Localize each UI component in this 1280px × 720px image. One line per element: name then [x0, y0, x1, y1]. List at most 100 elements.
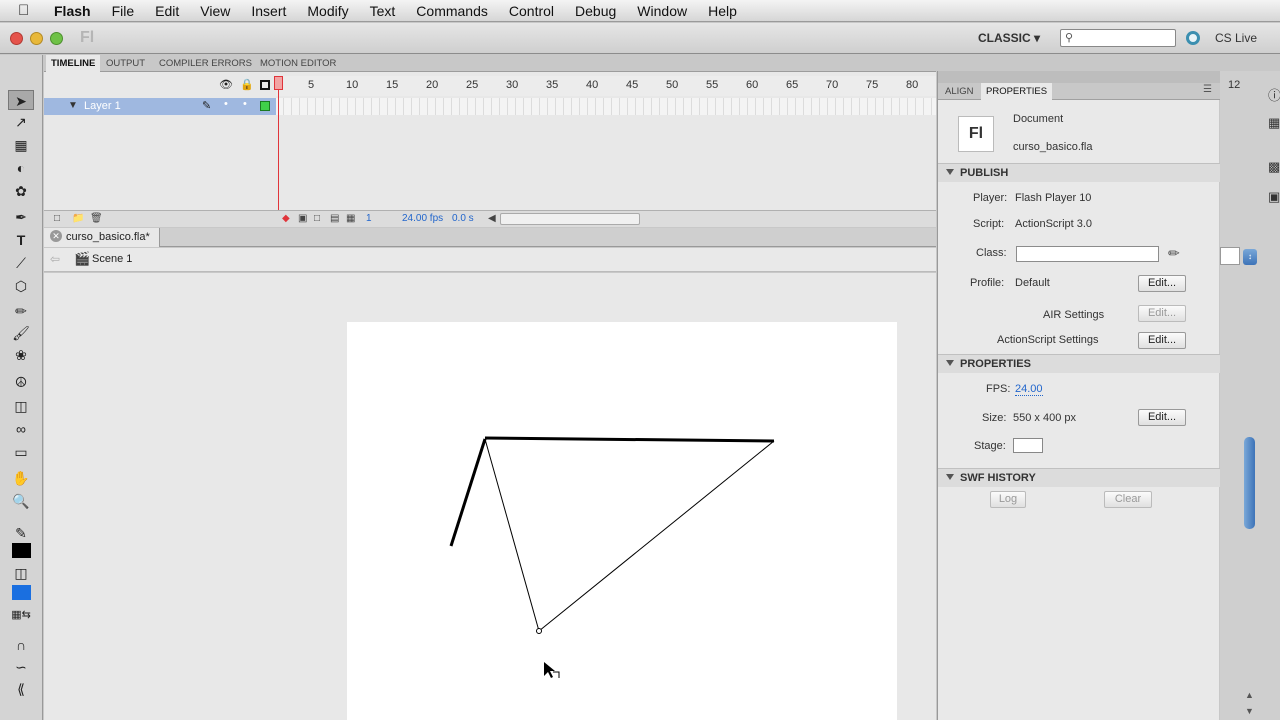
workspace-switcher[interactable]: CLASSIC ▾: [978, 31, 1040, 45]
components-icon[interactable]: ▣: [1268, 189, 1280, 205]
lock-all-icon[interactable]: 🔒: [240, 78, 254, 91]
frame-ruler[interactable]: 5 10 15 20 25 30 35 40 45 50 55 60 65 70…: [276, 76, 936, 96]
help-search-input[interactable]: ⚲: [1060, 29, 1176, 47]
fps-value[interactable]: 24.00: [1015, 383, 1043, 396]
swf-log-button[interactable]: Log: [990, 491, 1026, 508]
stroke-color-swatch[interactable]: [12, 543, 31, 558]
thin-stroke-line[interactable]: [538, 440, 775, 632]
scroll-up-icon[interactable]: ▲: [1245, 690, 1254, 700]
edit-class-pencil-icon[interactable]: ✏: [1168, 245, 1180, 262]
scene-label[interactable]: Scene 1: [92, 253, 132, 265]
publish-section-header[interactable]: PUBLISH: [938, 163, 1220, 182]
lock-dot-icon[interactable]: •: [243, 98, 247, 110]
cs-live-menu[interactable]: CS Live: [1215, 31, 1257, 45]
thick-stroke-line[interactable]: [449, 438, 487, 547]
text-tool-icon[interactable]: T: [8, 230, 34, 250]
free-transform-tool-icon[interactable]: ▦: [8, 135, 34, 155]
line-tool-icon[interactable]: ⟋: [8, 253, 34, 273]
menu-debug[interactable]: Debug: [575, 3, 616, 19]
show-hide-all-icon[interactable]: 👁: [219, 78, 233, 91]
timeline-scroll-thumb[interactable]: [500, 213, 640, 225]
stepper-icon[interactable]: ↕: [1243, 249, 1257, 265]
playhead-handle[interactable]: [274, 76, 283, 90]
edit-multiple-frames-icon[interactable]: ▤: [330, 213, 339, 224]
panel-scrollbar-thumb[interactable]: [1244, 437, 1255, 529]
lasso-tool-icon[interactable]: ✿: [8, 181, 34, 201]
delete-layer-icon[interactable]: 🗑: [90, 213, 103, 224]
scroll-left-icon[interactable]: ◀: [488, 213, 496, 224]
pen-tool-icon[interactable]: ✒: [8, 207, 34, 227]
smooth-icon[interactable]: ∽: [8, 657, 34, 677]
anchor-point[interactable]: [536, 628, 542, 634]
close-tab-icon[interactable]: ✕: [50, 230, 62, 242]
panel-drag-bar[interactable]: [938, 71, 1220, 83]
3d-rotation-tool-icon[interactable]: ◐: [8, 158, 34, 178]
menu-edit[interactable]: Edit: [155, 3, 179, 19]
swf-history-section-header[interactable]: SWF HISTORY: [938, 468, 1220, 487]
minimize-window-button[interactable]: [30, 32, 43, 45]
visibility-dot-icon[interactable]: •: [224, 98, 228, 110]
document-tab[interactable]: ✕ curso_basico.fla*: [44, 228, 160, 247]
cs-live-icon[interactable]: [1186, 31, 1200, 45]
tab-compiler-errors[interactable]: COMPILER ERRORS: [154, 55, 257, 72]
swf-clear-button[interactable]: Clear: [1104, 491, 1152, 508]
frames-row[interactable]: [276, 98, 936, 115]
subselection-tool-icon[interactable]: ↗: [8, 112, 34, 132]
edit-actionscript-settings-button[interactable]: Edit...: [1138, 332, 1186, 349]
obscured-input[interactable]: [1220, 247, 1240, 265]
menu-file[interactable]: File: [112, 3, 135, 19]
menu-insert[interactable]: Insert: [251, 3, 286, 19]
drawing-canvas[interactable]: [347, 322, 897, 720]
menu-app[interactable]: Flash: [54, 3, 91, 19]
zoom-tool-icon[interactable]: 🔍: [8, 491, 34, 511]
snap-to-objects-icon[interactable]: ∩: [8, 635, 34, 655]
hand-tool-icon[interactable]: ✋: [8, 468, 34, 488]
onion-markers-icon[interactable]: ▦: [346, 213, 355, 224]
fill-color-swatch[interactable]: [12, 585, 31, 600]
layer-outline-color-icon[interactable]: [260, 101, 270, 111]
menu-help[interactable]: Help: [708, 3, 737, 19]
close-window-button[interactable]: [10, 32, 23, 45]
apple-menu-icon[interactable]: : [18, 2, 38, 19]
straighten-icon[interactable]: ⟪: [8, 679, 34, 699]
thin-stroke-line[interactable]: [484, 438, 540, 632]
tab-timeline[interactable]: TIMELINE: [46, 55, 101, 72]
edit-profile-button[interactable]: Edit...: [1138, 275, 1186, 292]
menu-view[interactable]: View: [200, 3, 230, 19]
edit-size-button[interactable]: Edit...: [1138, 409, 1186, 426]
class-input[interactable]: [1016, 246, 1159, 262]
library-icon[interactable]: ▩: [1268, 159, 1280, 175]
menu-modify[interactable]: Modify: [307, 3, 348, 19]
zoom-window-button[interactable]: [50, 32, 63, 45]
eyedropper-tool-icon[interactable]: ∞: [8, 419, 34, 439]
menu-window[interactable]: Window: [637, 3, 687, 19]
brush-tool-icon[interactable]: 🖌: [8, 323, 34, 343]
new-folder-icon[interactable]: 📁: [72, 213, 84, 224]
menu-text[interactable]: Text: [370, 3, 396, 19]
thick-stroke-line[interactable]: [484, 436, 775, 443]
frame-rate[interactable]: 24.00 fps: [402, 213, 443, 224]
menu-commands[interactable]: Commands: [416, 3, 488, 19]
menu-control[interactable]: Control: [509, 3, 554, 19]
layer-name[interactable]: Layer 1: [84, 100, 121, 112]
outline-all-icon[interactable]: [260, 80, 270, 90]
panel-menu-icon[interactable]: ☰: [1203, 84, 1212, 95]
transform-icon[interactable]: ▦: [1268, 115, 1280, 131]
onion-outlines-icon[interactable]: □: [314, 213, 320, 224]
paint-bucket-tool-icon[interactable]: ◫: [8, 396, 34, 416]
stage-color-swatch[interactable]: [1013, 438, 1043, 453]
tab-properties[interactable]: PROPERTIES: [981, 83, 1053, 100]
selection-tool-icon[interactable]: ➤: [8, 90, 34, 110]
pencil-tool-icon[interactable]: ✏: [8, 301, 34, 321]
back-arrow-icon[interactable]: ⇦: [50, 252, 60, 266]
tab-align[interactable]: ALIGN: [940, 83, 979, 100]
edit-air-settings-button[interactable]: Edit...: [1138, 305, 1186, 322]
scroll-down-icon[interactable]: ▼: [1245, 706, 1254, 716]
tab-motion-editor[interactable]: MOTION EDITOR: [255, 55, 341, 72]
bone-tool-icon[interactable]: ☮: [8, 372, 34, 392]
deco-tool-icon[interactable]: ❀: [8, 345, 34, 365]
pasteboard[interactable]: [44, 273, 936, 720]
swap-colors-icon[interactable]: ▦⇆: [8, 605, 34, 625]
info-icon[interactable]: ⓘ: [1268, 85, 1280, 104]
properties-section-header[interactable]: PROPERTIES: [938, 354, 1220, 373]
